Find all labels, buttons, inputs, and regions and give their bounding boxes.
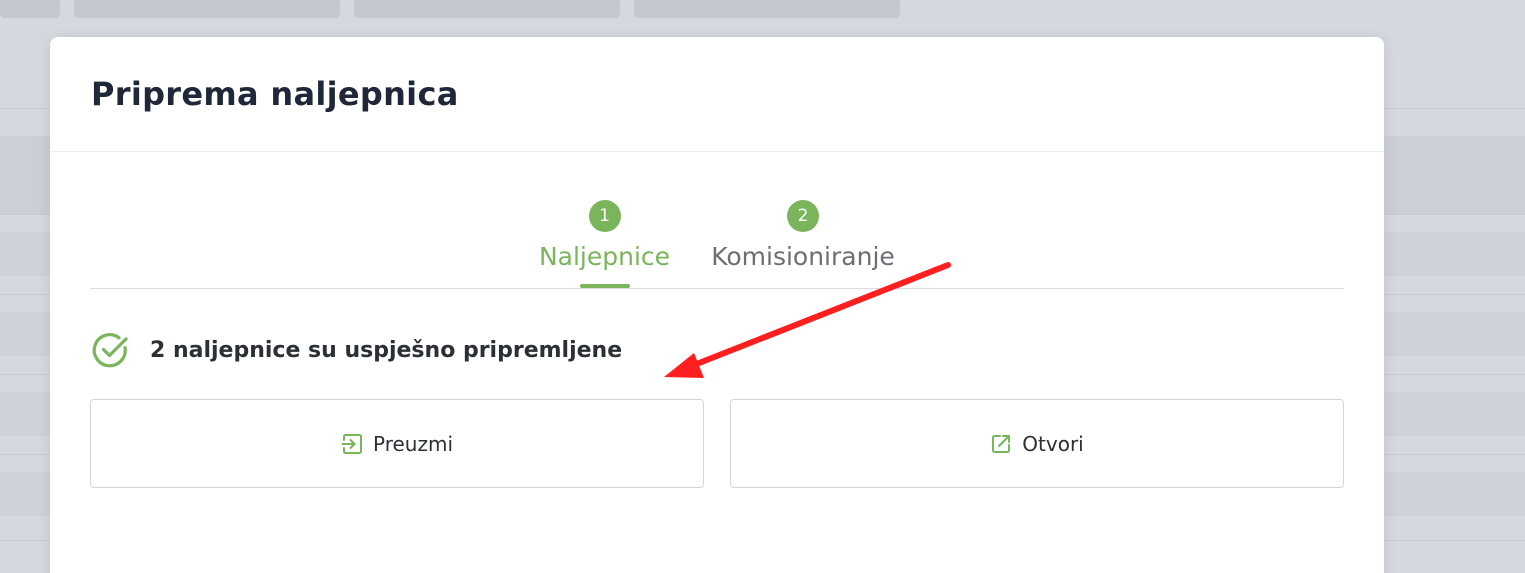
- step-picking[interactable]: 2 Komisioniranje: [710, 200, 896, 271]
- modal-title: Priprema naljepnica: [91, 75, 459, 113]
- external-link-icon: [992, 434, 1011, 453]
- download-button-label: Preuzmi: [372, 431, 453, 456]
- background-tab: [0, 0, 60, 18]
- success-message: 2 naljepnice su uspješno pripremljene: [92, 331, 622, 369]
- step-number: 1: [588, 200, 621, 232]
- background-tab: [354, 0, 620, 18]
- step-number: 2: [787, 200, 819, 232]
- check-circle-icon: [92, 333, 128, 368]
- open-button[interactable]: Otvori: [730, 399, 1344, 488]
- label-preparation-modal: Priprema naljepnica 1 Naljepnice 2 Komis…: [50, 37, 1384, 573]
- modal-header: Priprema naljepnica: [50, 37, 1384, 152]
- step-label: Naljepnice: [538, 242, 671, 271]
- background-tab: [74, 0, 340, 18]
- success-text: 2 naljepnice su uspješno pripremljene: [150, 337, 623, 363]
- download-button[interactable]: Preuzmi: [90, 399, 704, 488]
- step-label: Komisioniranje: [711, 242, 895, 271]
- background-tab: [634, 0, 900, 18]
- open-button-label: Otvori: [1022, 431, 1084, 456]
- step-labels[interactable]: 1 Naljepnice: [538, 200, 671, 271]
- active-step-indicator: [580, 284, 630, 288]
- sign-in-icon: [341, 433, 362, 454]
- stepper: 1 Naljepnice 2 Komisioniranje: [90, 200, 1344, 289]
